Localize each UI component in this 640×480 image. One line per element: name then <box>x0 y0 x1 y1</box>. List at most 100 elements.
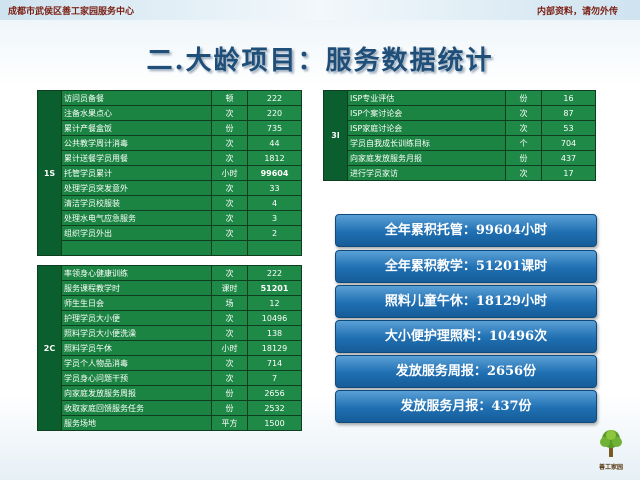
item-cell: 向家庭发放服务月报 <box>347 150 506 166</box>
item-cell: 进行学员家访 <box>347 165 506 181</box>
item-cell: 护理学员大小便 <box>61 310 212 326</box>
value-cell: 220 <box>247 105 302 121</box>
unit-cell: 次 <box>211 355 248 371</box>
unit-cell: 次 <box>211 180 248 196</box>
summary-button-nap[interactable]: 照料儿童午休：18129小时 <box>335 285 597 318</box>
unit-cell: 课时 <box>211 280 248 296</box>
unit-cell: 次 <box>505 165 542 181</box>
item-cell: ISP专业评估 <box>347 90 506 106</box>
value-cell: 7 <box>247 370 302 386</box>
table-row: 公共教学周计消毒次 44 <box>38 135 302 151</box>
unit-cell: 次 <box>211 195 248 211</box>
item-cell: 师生生日会 <box>61 295 212 311</box>
value-cell: 10496 <box>247 310 302 326</box>
summary-button-toilet-care[interactable]: 大小便护理照料：10496次 <box>335 320 597 353</box>
table-row: 1S 访问员备餐顿 222 <box>37 90 302 256</box>
value-cell: 2532 <box>247 400 302 416</box>
table-row: 托管学员累计 小时 99604 <box>38 165 302 181</box>
unit-cell: 个 <box>505 135 542 151</box>
tree-icon <box>600 430 622 457</box>
value-cell: 51201 <box>247 280 302 296</box>
category-label: 3I <box>323 90 348 181</box>
value-cell: 222 <box>247 90 302 106</box>
item-cell: 累计送餐学员用餐 <box>61 150 212 166</box>
table-row: 清洁学员校服装次 4 <box>38 195 302 211</box>
unit-cell <box>211 240 248 256</box>
item-cell: 学员自我成长训练目标 <box>347 135 506 151</box>
table-row: 照料学员午休 小时 18129 <box>38 340 302 356</box>
value-cell <box>247 240 302 256</box>
item-cell: 服务场地 <box>61 415 212 431</box>
category-label: 2C <box>37 265 62 431</box>
unit-cell: 次 <box>211 225 248 241</box>
item-cell: 收取家庭回馈服务任务 <box>61 400 212 416</box>
summary-button-teaching[interactable]: 全年累积教学：51201课时 <box>335 250 597 283</box>
unit-cell: 顿 <box>211 90 248 106</box>
value-cell: 4 <box>247 195 302 211</box>
table-row: 学员自我成长训练目标个 704 <box>324 135 596 151</box>
value-cell: 12 <box>247 295 302 311</box>
table-row: 服务场地 平方 1500 <box>38 415 302 431</box>
item-cell: 注备水果点心 <box>61 105 212 121</box>
confidential-notice: 内部资料，请勿外传 <box>536 7 618 17</box>
item-cell: 清洁学员校服装 <box>61 195 212 211</box>
item-cell: 向家庭发放服务周报 <box>61 385 212 401</box>
item-cell: ISP个案讨论会 <box>347 105 506 121</box>
table-row: 向家庭发放服务月报份 437 <box>324 150 596 166</box>
value-cell: 1500 <box>247 415 302 431</box>
item-cell: 照料学员午休 <box>61 340 212 356</box>
unit-cell: 次 <box>211 325 248 341</box>
table-row: 进行学员家访次 17 <box>324 165 596 181</box>
item-cell: 处理水电气应急服务 <box>61 210 212 226</box>
summary-button-hosting[interactable]: 全年累积托管：99604小时 <box>335 214 597 247</box>
value-cell: 138 <box>247 325 302 341</box>
value-cell: 437 <box>541 150 596 166</box>
value-cell: 1812 <box>247 150 302 166</box>
table-2c: 2C 率领身心健康训练次 222 服务课程教学时 课时 51201 师生生日会场 12 护理学员… <box>37 265 302 431</box>
item-cell: 累计产餐盒饭 <box>61 120 212 136</box>
unit-cell: 份 <box>211 400 248 416</box>
unit-cell: 次 <box>505 105 542 121</box>
table-row: 注备水果点心次 220 <box>38 105 302 121</box>
header-bar: 成都市武侯区善工家园服务中心 内部资料，请勿外传 <box>0 0 640 20</box>
unit-cell: 小时 <box>211 340 248 356</box>
unit-cell: 次 <box>211 135 248 151</box>
value-cell: 44 <box>247 135 302 151</box>
item-cell: 访问员备餐 <box>61 90 212 106</box>
value-cell: 33 <box>247 180 302 196</box>
item-cell: 学员个人物品消毒 <box>61 355 212 371</box>
item-cell: 处理学员突发意外 <box>61 180 212 196</box>
item-cell <box>61 240 212 256</box>
table-row: 向家庭发放服务周报份 2656 <box>38 385 302 401</box>
table-3i: 3I ISP专业评估份 16 ISP个案讨论会次 87 ISP家庭讨论会次 53 学员自我成长… <box>323 90 596 181</box>
org-name: 成都市武侯区善工家园服务中心 <box>8 7 135 17</box>
table-row: 累计产餐盒饭份 735 <box>38 120 302 136</box>
summary-button-monthly-report[interactable]: 发放服务月报：437份 <box>335 390 597 423</box>
table-row: ISP个案讨论会次 87 <box>324 105 596 121</box>
summary-button-weekly-report[interactable]: 发放服务周报：2656份 <box>335 355 597 388</box>
item-cell: 组织学员外出 <box>61 225 212 241</box>
unit-cell: 份 <box>505 150 542 166</box>
page-title: 二.大龄项目：服务数据统计 <box>146 46 494 76</box>
item-cell: 率领身心健康训练 <box>61 265 212 281</box>
item-cell: 学员身心问题干预 <box>61 370 212 386</box>
table-row: 学员身心问题干预次 7 <box>38 370 302 386</box>
item-cell: 托管学员累计 <box>61 165 212 181</box>
unit-cell: 次 <box>211 210 248 226</box>
unit-cell: 份 <box>211 385 248 401</box>
value-cell: 17 <box>541 165 596 181</box>
value-cell: 704 <box>541 135 596 151</box>
table-row: 收取家庭回馈服务任务份 2532 <box>38 400 302 416</box>
value-cell: 87 <box>541 105 596 121</box>
unit-cell: 小时 <box>211 165 248 181</box>
unit-cell: 次 <box>211 370 248 386</box>
table-row: 处理水电气应急服务次 3 <box>38 210 302 226</box>
table-row: 累计送餐学员用餐次 1812 <box>38 150 302 166</box>
category-label: 1S <box>37 90 62 256</box>
table-row: 照料学员大小便洗澡次 138 <box>38 325 302 341</box>
unit-cell: 份 <box>505 90 542 106</box>
logo-name: 善工家园 <box>598 464 623 471</box>
value-cell: 3 <box>247 210 302 226</box>
table-row: 处理学员突发意外次 33 <box>38 180 302 196</box>
table-1s: 1S 访问员备餐顿 222 注备水果点心次 220 累计产餐盒饭份 735 公共教学周计消毒次… <box>37 90 302 256</box>
